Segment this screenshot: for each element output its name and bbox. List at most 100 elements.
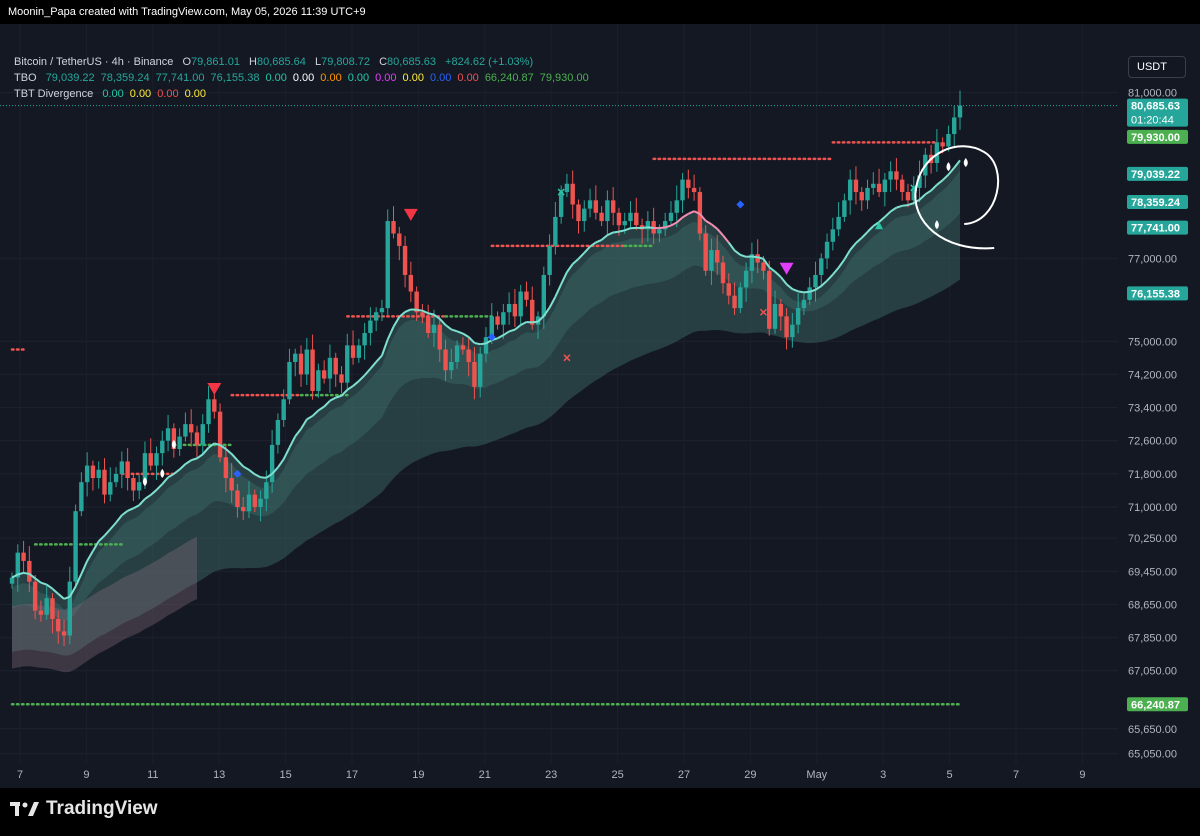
candle [871,183,876,188]
candle [50,598,55,619]
candle [599,212,604,222]
x-tick-label: 9 [83,769,89,781]
candle [743,270,749,288]
tbo-label: TBO [14,72,37,84]
candle [154,453,159,466]
y-tick-label: 71,800.00 [1128,469,1177,481]
candle [813,274,818,288]
candle [761,262,766,271]
candle [957,105,963,118]
ohlc-open-label: O [182,56,192,68]
candle [425,316,431,333]
candle [420,312,425,317]
candle [356,345,362,358]
tbo-row: TBO 79,039.22 78,359.24 77,741.00 76,155.38… [14,70,589,86]
tradingview-logo: TradingView [10,798,158,820]
x-tick-label: 11 [147,769,158,781]
candle [345,345,350,383]
currency-button[interactable]: USDT [1128,56,1186,78]
x-tick-label: 17 [346,769,358,781]
candle [131,478,136,491]
candle [119,461,125,474]
candle [304,349,310,375]
candle [622,221,627,226]
x-tick-label: 9 [1079,769,1085,781]
candle [859,192,864,201]
tbt-value: 0.00 [102,88,124,100]
candle [32,581,38,611]
candle [680,179,685,201]
candle [478,353,483,387]
x-tick-label: 21 [479,769,491,781]
x-tick-label: 15 [279,769,291,781]
tbo-value: 0.00 [402,72,424,84]
ema-line [480,342,487,346]
ema-line [260,476,267,479]
x-tick-label: 7 [17,769,23,781]
candle [899,179,905,193]
candle [553,216,558,246]
price-label-countdown: 01:20:44 [1131,115,1174,127]
chart-panel[interactable]: 81,000.00 77,000.00 75,000.00 74,200.00 73,4… [0,24,1200,788]
candle [576,204,581,222]
candle [368,320,373,333]
ema-line [751,255,758,259]
candle [541,274,547,317]
candle [408,274,414,292]
candle [547,245,552,275]
tbo-value: 76,155.38 [210,72,260,84]
y-tick-label: 65,050.00 [1128,749,1177,761]
candle [84,465,90,483]
candle [379,308,385,313]
tbo-value: 0.00 [429,72,452,84]
candle [530,299,535,325]
price-chart[interactable]: 81,000.00 77,000.00 75,000.00 74,200.00 73,4… [0,24,1200,788]
candle [160,440,165,454]
candle [501,312,506,325]
price-label-text: 66,240.87 [1131,699,1180,711]
ohlc-high-label: H [249,56,257,68]
y-tick-label: 73,400.00 [1128,403,1177,415]
candle [668,212,674,222]
y-tick-label: 67,050.00 [1128,666,1177,678]
time-axis[interactable] [0,764,1200,788]
tbt-row: TBT Divergence 0.00 0.00 0.00 0.00 [14,86,589,102]
candle [188,424,194,433]
candle [321,370,327,379]
candle [275,420,281,445]
candle [258,498,263,508]
ohlc-open: 79,861.01 [191,56,240,68]
candle [778,303,784,317]
candle [882,179,888,193]
x-tick-label: 29 [744,769,756,781]
ema-line [618,229,625,233]
candle [90,465,96,479]
candle [183,424,188,437]
candle [206,399,211,425]
x-tick-label: May [806,769,827,781]
candle [628,212,633,222]
candle [252,494,257,508]
footer: TradingView [0,788,1200,836]
y-tick-label: 71,000.00 [1128,502,1177,514]
y-tick-label: 74,200.00 [1128,369,1177,381]
price-label-text: 79,930.00 [1131,132,1180,144]
candle [512,303,518,317]
candle [73,511,78,582]
candle [674,200,679,213]
candle [264,482,269,499]
tbo-value: 0.00 [320,72,342,84]
tbo-value: 78,359.24 [100,72,150,84]
candle [102,469,107,495]
candle [634,212,639,226]
price-label-text: 78,359.24 [1131,197,1181,209]
candle [940,142,945,147]
ema-line [474,341,481,346]
x-tick-label: 19 [412,769,424,781]
candle [847,179,853,201]
candle [217,411,223,458]
ema-line [647,226,654,229]
x-tick-label: 27 [678,769,690,781]
candle [310,349,315,391]
x-tick-label: 5 [947,769,953,781]
